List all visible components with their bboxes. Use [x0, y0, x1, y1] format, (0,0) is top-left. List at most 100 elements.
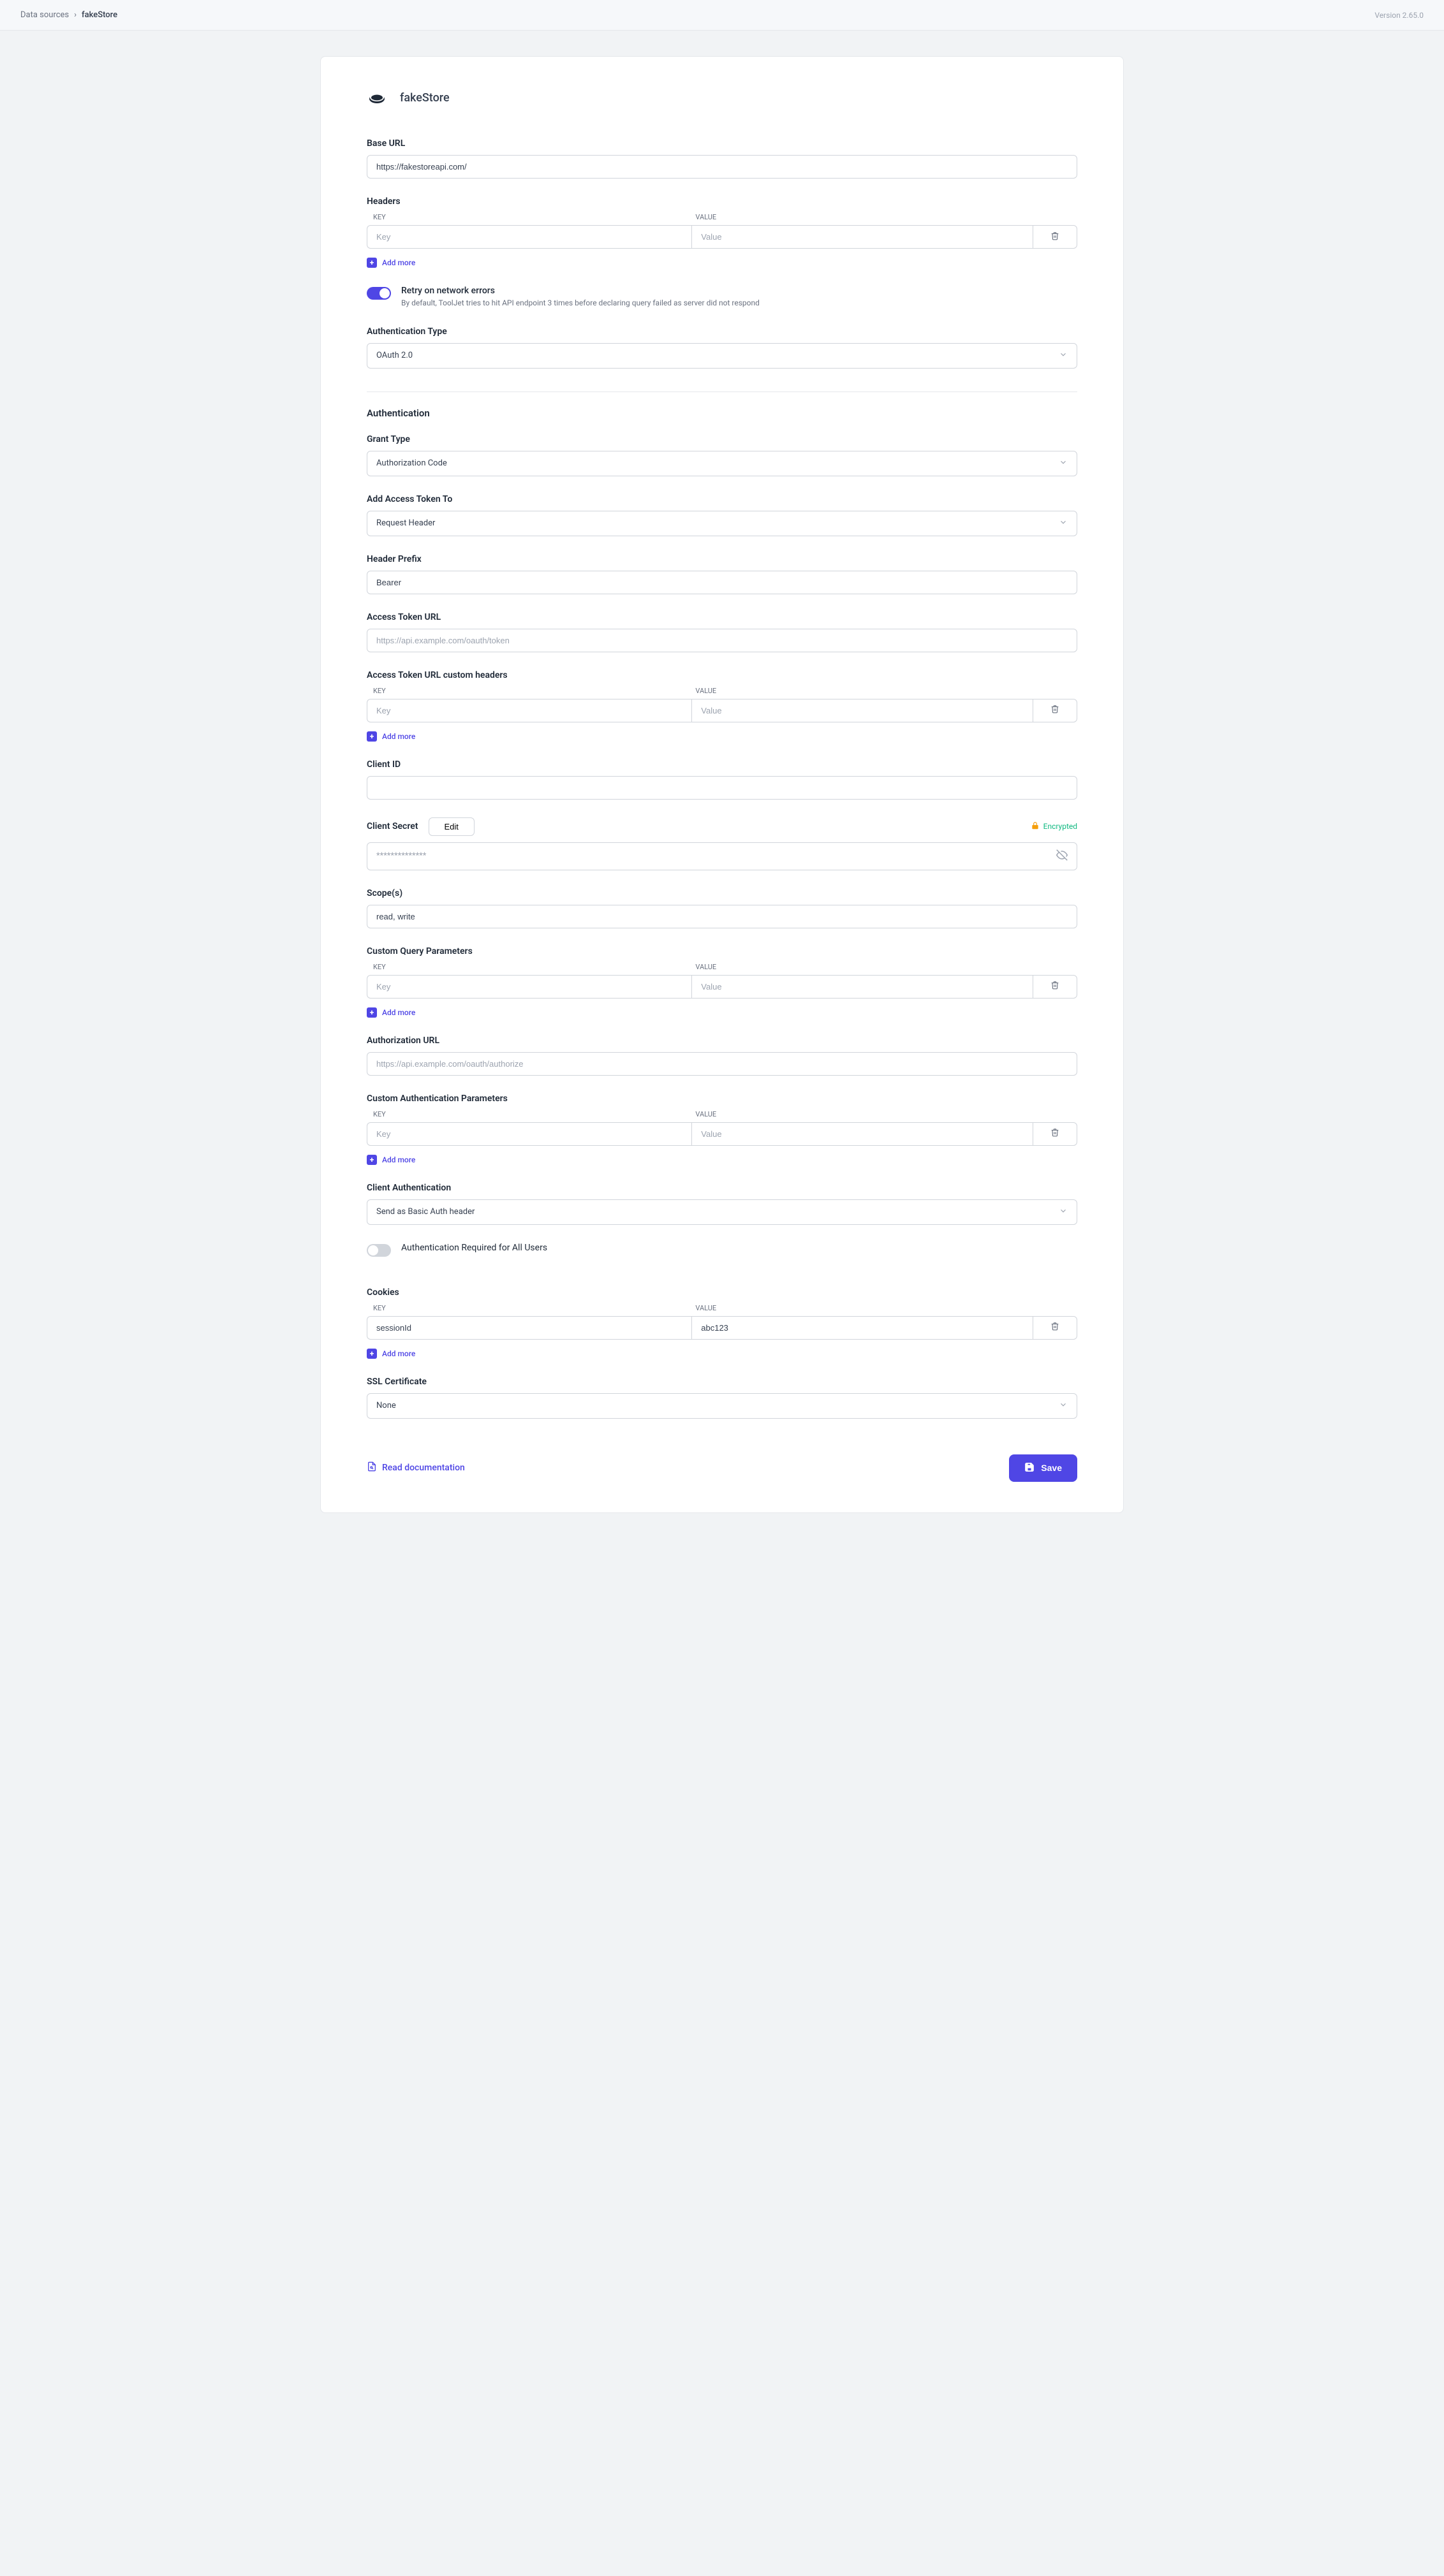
custom-query-params-value-input[interactable] [691, 975, 1033, 999]
authorization-url-input[interactable] [367, 1052, 1077, 1076]
access-token-url-input[interactable] [367, 629, 1077, 652]
custom-query-params-key-input[interactable] [367, 975, 691, 999]
chevron-down-icon [1059, 1206, 1068, 1218]
add-more-label: Add more [382, 1155, 415, 1164]
trash-icon [1050, 231, 1059, 243]
custom-auth-params-value-input[interactable] [691, 1122, 1033, 1146]
custom-auth-params-label: Custom Authentication Parameters [367, 1094, 1077, 1104]
save-icon [1024, 1462, 1035, 1474]
kv-value-header: VALUE [691, 963, 1030, 971]
field-headers: Headers KEY VALUE + Add more [367, 196, 1077, 268]
datasource-logo-icon [367, 87, 387, 108]
breadcrumb-root[interactable]: Data sources [20, 10, 69, 20]
scopes-input[interactable] [367, 905, 1077, 928]
header-prefix-input[interactable] [367, 571, 1077, 594]
field-ssl-certificate: SSL Certificate None [367, 1377, 1077, 1419]
chevron-down-icon [1059, 350, 1068, 362]
access-token-headers-key-input[interactable] [367, 699, 691, 722]
kv-value-header: VALUE [691, 687, 1030, 695]
custom-auth-params-add-more-button[interactable]: + Add more [367, 1155, 1077, 1165]
access-token-headers-column-headers: KEY VALUE [367, 687, 1077, 699]
client-authentication-select[interactable]: Send as Basic Auth header [367, 1199, 1077, 1225]
scopes-label: Scope(s) [367, 888, 1077, 898]
client-authentication-label: Client Authentication [367, 1183, 1077, 1193]
main-card: fakeStore Base URL Headers KEY VALUE + A… [320, 56, 1124, 1513]
auth-required-toggle[interactable] [367, 1244, 391, 1257]
retry-toggle-label: Retry on network errors [401, 286, 760, 296]
cookies-add-more-button[interactable]: + Add more [367, 1349, 1077, 1359]
custom-auth-params-delete-button[interactable] [1033, 1122, 1077, 1146]
page-title: fakeStore [400, 91, 450, 105]
add-access-token-to-label: Add Access Token To [367, 494, 1077, 504]
trash-icon [1050, 705, 1059, 716]
plus-icon: + [367, 1155, 377, 1165]
grant-type-select[interactable]: Authorization Code [367, 451, 1077, 476]
cookies-label: Cookies [367, 1287, 1077, 1298]
custom-query-params-label: Custom Query Parameters [367, 946, 1077, 956]
access-token-headers-add-more-button[interactable]: + Add more [367, 731, 1077, 742]
client-authentication-value: Send as Basic Auth header [376, 1207, 475, 1217]
custom-query-params-delete-button[interactable] [1033, 975, 1077, 999]
cookies-value-input[interactable] [691, 1316, 1033, 1340]
field-client-authentication: Client Authentication Send as Basic Auth… [367, 1183, 1077, 1225]
access-token-headers-delete-button[interactable] [1033, 699, 1077, 722]
kv-key-header: KEY [369, 1304, 691, 1312]
trash-icon [1050, 1128, 1059, 1139]
client-secret-input[interactable]: ************** [367, 842, 1077, 870]
trash-icon [1050, 1322, 1059, 1333]
headers-delete-button[interactable] [1033, 225, 1077, 249]
access-token-headers-value-input[interactable] [691, 699, 1033, 722]
client-secret-label: Client Secret [367, 821, 418, 831]
headers-add-more-button[interactable]: + Add more [367, 258, 1077, 268]
chevron-down-icon [1059, 518, 1068, 529]
kv-value-header: VALUE [691, 1110, 1030, 1118]
footer-row: Read documentation Save [367, 1454, 1077, 1482]
client-id-input[interactable] [367, 776, 1077, 800]
headers-key-input[interactable] [367, 225, 691, 249]
custom-auth-params-key-input[interactable] [367, 1122, 691, 1146]
base-url-input[interactable] [367, 155, 1077, 179]
retry-toggle[interactable] [367, 287, 391, 300]
eye-off-icon[interactable] [1056, 849, 1068, 863]
field-custom-auth-params: Custom Authentication Parameters KEY VAL… [367, 1094, 1077, 1165]
add-more-label: Add more [382, 1349, 415, 1358]
field-add-access-token-to: Add Access Token To Request Header [367, 494, 1077, 536]
custom-query-params-add-more-button[interactable]: + Add more [367, 1007, 1077, 1018]
headers-value-header: VALUE [691, 213, 1030, 221]
header-prefix-label: Header Prefix [367, 554, 1077, 564]
headers-value-input[interactable] [691, 225, 1033, 249]
custom-query-params-row [367, 975, 1077, 999]
auth-required-toggle-row: Authentication Required for All Users [367, 1243, 1077, 1257]
custom-auth-params-column-headers: KEY VALUE [367, 1110, 1077, 1122]
field-client-id: Client ID [367, 759, 1077, 800]
kv-key-header: KEY [369, 1110, 691, 1118]
headers-row [367, 225, 1077, 249]
trash-icon [1050, 981, 1059, 992]
ssl-certificate-select[interactable]: None [367, 1393, 1077, 1419]
save-button[interactable]: Save [1009, 1454, 1077, 1482]
field-auth-type: Authentication Type OAuth 2.0 [367, 326, 1077, 369]
kv-key-header: KEY [369, 687, 691, 695]
cookies-key-input[interactable] [367, 1316, 691, 1340]
encrypted-tag: Encrypted [1031, 821, 1077, 832]
field-access-token-headers: Access Token URL custom headers KEY VALU… [367, 670, 1077, 742]
version-label: Version 2.65.0 [1374, 11, 1424, 20]
ssl-certificate-value: None [376, 1401, 396, 1410]
chevron-right-icon: › [74, 10, 77, 20]
document-icon [367, 1461, 377, 1474]
plus-icon: + [367, 731, 377, 742]
field-cookies: Cookies KEY VALUE + Add more [367, 1287, 1077, 1359]
cookies-delete-button[interactable] [1033, 1316, 1077, 1340]
kv-value-header: VALUE [691, 1304, 1030, 1312]
authentication-section-title: Authentication [367, 407, 1077, 419]
plus-icon: + [367, 258, 377, 268]
lock-icon [1031, 821, 1040, 832]
add-access-token-to-select[interactable]: Request Header [367, 511, 1077, 536]
chevron-down-icon [1059, 1400, 1068, 1412]
read-documentation-link[interactable]: Read documentation [367, 1461, 465, 1474]
authorization-url-label: Authorization URL [367, 1036, 1077, 1046]
auth-type-select[interactable]: OAuth 2.0 [367, 343, 1077, 369]
plus-icon: + [367, 1007, 377, 1018]
client-secret-edit-button[interactable]: Edit [429, 817, 475, 836]
add-more-label: Add more [382, 1008, 415, 1017]
